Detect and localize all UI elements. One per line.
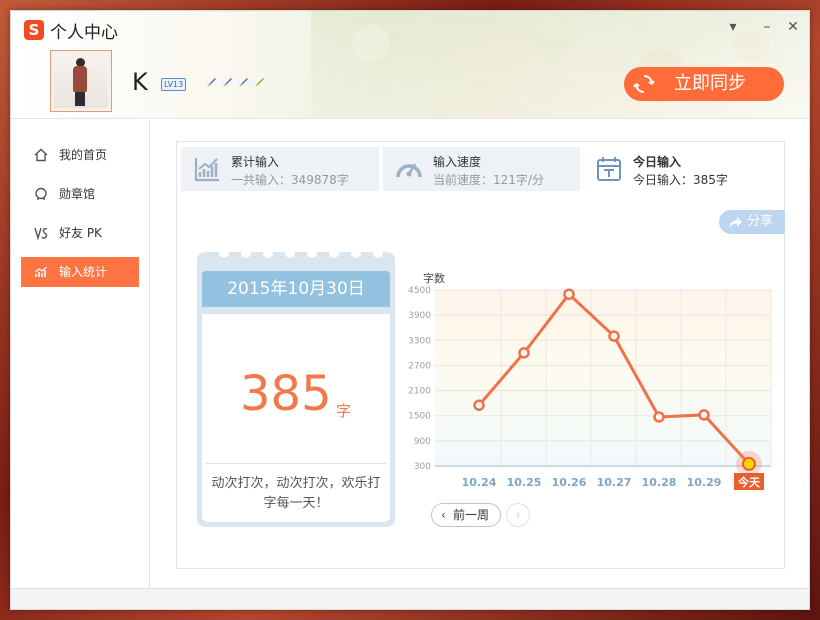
minimize-button[interactable]: –	[757, 17, 777, 37]
weekly-input-chart: 字数 300 900 1500 2100 2700 3300 3900 4500 10.24 10…	[408, 271, 772, 490]
sidebar-item-label: 好友 PK	[59, 226, 102, 240]
sidebar-item-label: 勋章馆	[59, 187, 96, 201]
prev-week-label: 前一周	[453, 508, 490, 522]
speedometer-icon	[396, 163, 422, 178]
sidebar-item-label: 我的首页	[59, 148, 108, 162]
data-point	[473, 399, 485, 411]
stat-value: 一共输入：349878字	[231, 173, 349, 187]
window-title: 个人中心	[50, 23, 118, 43]
sidebar-item-medals[interactable]: 勋章馆	[21, 179, 139, 209]
calendar-today-icon	[597, 157, 621, 181]
stat-value: 今日输入：385字	[633, 173, 728, 187]
pen-level-icon	[239, 78, 248, 87]
stat-card-cumulative: 累计输入 一共输入：349878字	[181, 147, 379, 191]
y-axis-label: 字数	[423, 271, 445, 285]
menu-dropdown-icon[interactable]: ▾	[723, 17, 743, 37]
sidebar-item-home[interactable]: 我的首页	[21, 140, 139, 170]
status-bar	[11, 588, 809, 609]
data-point	[518, 347, 530, 359]
x-tick-label: 10.24	[462, 476, 497, 489]
share-label: 分享	[747, 214, 774, 229]
y-tick-label: 4500	[408, 286, 431, 296]
stat-card-speed: 输入速度 当前速度：121字/分	[383, 147, 580, 191]
today-input-unit: 字	[336, 402, 352, 420]
chart-icon	[35, 266, 47, 277]
y-tick-label: 1500	[408, 412, 431, 422]
share-button[interactable]: 分享	[719, 210, 785, 234]
stat-value: 当前速度：121字/分	[433, 173, 544, 187]
avatar-photo	[54, 54, 108, 108]
personal-center-window: S 个人中心 ▾ – ✕ K LV13 立即同步 我的首页 勋章馆 好友 PK …	[10, 10, 810, 610]
stat-card-today: 今日输入 今日输入：385字	[583, 147, 781, 191]
sync-now-button[interactable]: 立即同步	[624, 67, 784, 101]
calendar-date: 2015年10月30日	[202, 271, 390, 307]
username: K	[132, 68, 148, 96]
x-tick-label: 10.26	[552, 476, 587, 489]
level-pens	[205, 75, 267, 89]
pen-level-icon	[223, 78, 232, 87]
divider	[206, 463, 386, 464]
chevron-right-icon: ›	[515, 508, 521, 522]
cumulative-chart-icon	[194, 158, 219, 182]
y-tick-label: 2100	[408, 387, 431, 397]
sync-now-label: 立即同步	[674, 73, 746, 94]
close-button[interactable]: ✕	[783, 17, 803, 37]
data-point	[563, 288, 575, 300]
header-banner: S 个人中心 ▾ – ✕ K LV13 立即同步	[11, 11, 809, 119]
sogou-logo-icon: S	[24, 20, 44, 40]
sidebar-item-friend-pk[interactable]: 好友 PK	[21, 218, 139, 248]
sidebar-item-input-stats[interactable]: 输入统计	[21, 257, 139, 287]
y-tick-label: 2700	[408, 361, 431, 371]
y-tick-label: 900	[414, 437, 431, 447]
daily-calendar-card: 2015年10月30日 385 字 动次打次，动次打次，欢乐打字每一天！	[197, 248, 395, 527]
stat-title: 累计输入	[231, 155, 280, 169]
sidebar-item-label: 输入统计	[59, 265, 108, 279]
y-tick-label: 3900	[408, 311, 431, 321]
chevron-left-icon: ‹	[441, 508, 446, 522]
share-icon	[729, 217, 742, 228]
x-tick-label-today: 今天	[737, 475, 761, 489]
calendar-body: 385 字 动次打次，动次打次，欢乐打字每一天！	[202, 314, 390, 522]
calendar-message: 动次打次，动次打次，欢乐打字每一天！	[211, 476, 381, 511]
input-stats-panel: 累计输入 一共输入：349878字 输入速度 当前速度：121字/分 今日输入 …	[176, 141, 785, 569]
next-week-button[interactable]: ›	[506, 503, 530, 527]
home-icon	[34, 148, 48, 162]
x-tick-label: 10.25	[507, 476, 542, 489]
x-tick-label: 10.29	[687, 476, 722, 489]
pen-level-icon	[255, 78, 264, 87]
medal-icon	[35, 187, 47, 200]
stat-title: 今日输入	[633, 155, 682, 169]
data-point-today	[742, 456, 756, 471]
level-badge: LV13	[161, 78, 187, 91]
data-point	[653, 411, 665, 423]
y-tick-label: 3300	[408, 336, 431, 346]
pen-level-icon	[207, 78, 216, 87]
vs-icon	[34, 227, 48, 240]
x-tick-label: 10.28	[642, 476, 677, 489]
y-tick-label: 300	[414, 462, 431, 472]
plot-background	[435, 290, 771, 466]
x-tick-label: 10.27	[597, 476, 632, 489]
sync-icon	[633, 75, 655, 93]
sidebar: 我的首页 勋章馆 好友 PK 输入统计	[11, 120, 150, 588]
prev-week-button[interactable]: ‹ 前一周	[431, 503, 501, 527]
data-point	[698, 409, 710, 421]
stat-title: 输入速度	[433, 155, 482, 169]
data-point	[608, 330, 620, 342]
today-input-count: 385	[240, 366, 332, 422]
avatar[interactable]	[50, 50, 112, 112]
